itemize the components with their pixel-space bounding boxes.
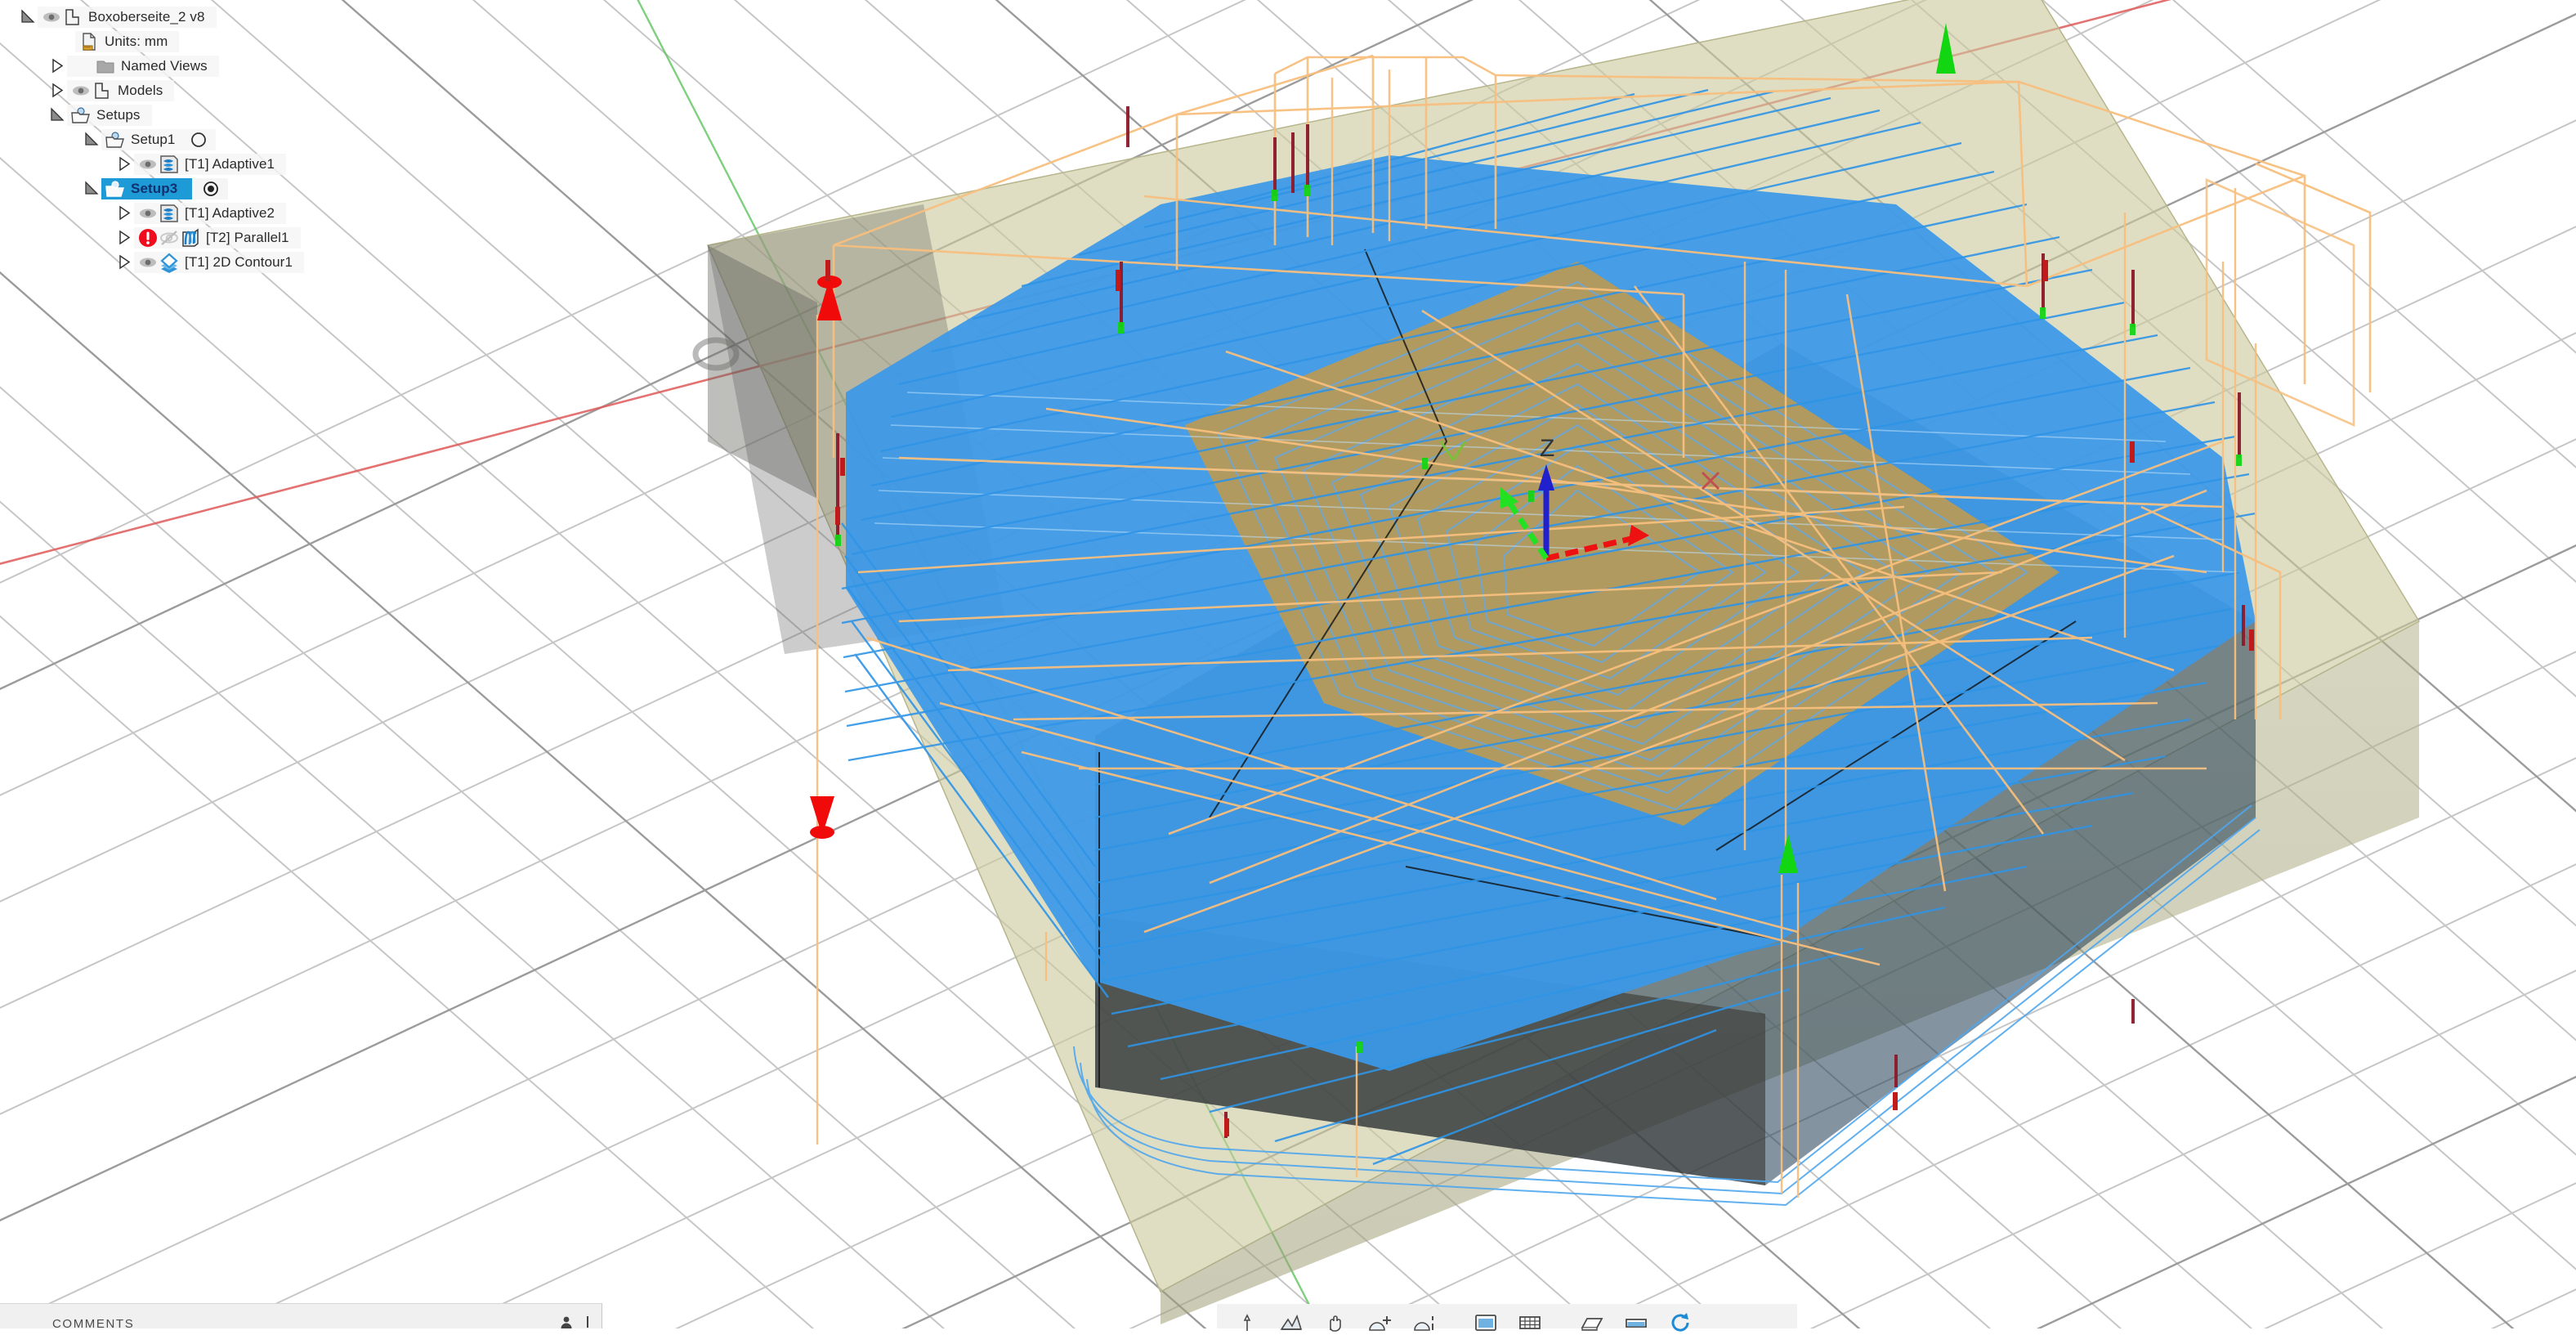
expander-expanded-icon[interactable] xyxy=(18,5,38,29)
expander-collapsed-icon[interactable] xyxy=(47,54,67,78)
interface-layout-icon[interactable] xyxy=(1614,1310,1658,1335)
adaptive-clearing-icon xyxy=(159,203,180,224)
tree-row-setup1-adaptive1[interactable]: [T1] Adaptive1 xyxy=(0,152,523,177)
tree-row-setup3[interactable]: Setup3 xyxy=(0,177,523,201)
display-settings-icon[interactable] xyxy=(1464,1310,1508,1335)
navigation-bar[interactable] xyxy=(1217,1304,1797,1332)
visibility-hidden-eye-icon[interactable] xyxy=(159,227,180,249)
tree-row-setup3-parallel1[interactable]: [T2] Parallel1 xyxy=(0,226,523,250)
visibility-eye-icon[interactable] xyxy=(41,7,62,28)
expander-collapsed-icon[interactable] xyxy=(114,250,134,275)
tree-row-units[interactable]: Units: mm xyxy=(0,29,523,54)
wcs-z-label: Z xyxy=(1540,435,1554,462)
circle-filled-icon[interactable] xyxy=(200,178,221,199)
comments-panel-bar[interactable]: COMMENTS xyxy=(0,1303,602,1331)
tree-label: [T1] Adaptive1 xyxy=(185,156,275,172)
units-document-icon xyxy=(78,31,100,52)
tree-row-setups[interactable]: Setups xyxy=(0,103,523,128)
expander-collapsed-icon[interactable] xyxy=(47,78,67,103)
parallel-toolpath-icon xyxy=(180,227,201,249)
expander-expanded-icon[interactable] xyxy=(47,103,67,128)
tree-row-setup3-adaptive2[interactable]: [T1] Adaptive2 xyxy=(0,201,523,226)
circle-empty-icon[interactable] xyxy=(188,129,209,150)
visibility-eye-icon[interactable] xyxy=(137,252,159,273)
comments-collapse-icon[interactable] xyxy=(582,1315,593,1333)
tree-label: Setups xyxy=(96,107,141,123)
visibility-eye-icon[interactable] xyxy=(137,154,159,175)
tree-row-named-views[interactable]: Named Views xyxy=(0,54,523,78)
component-icon xyxy=(62,7,83,28)
selection-highlight: Setup3 xyxy=(101,178,193,199)
comments-avatar-icon xyxy=(559,1315,574,1333)
viewports-icon[interactable] xyxy=(1570,1310,1614,1335)
tree-row-document-root[interactable]: Boxoberseite_2 v8 xyxy=(0,5,523,29)
fit-icon[interactable] xyxy=(1402,1310,1446,1335)
tree-row-setup1[interactable]: Setup1 xyxy=(0,128,523,152)
adaptive-clearing-icon xyxy=(159,154,180,175)
pan-icon[interactable] xyxy=(1313,1310,1357,1335)
folder-icon xyxy=(95,56,116,77)
error-badge-icon[interactable] xyxy=(137,227,159,249)
tree-label: Named Views xyxy=(121,58,208,74)
tree-label: Setup1 xyxy=(131,132,176,147)
expander-expanded-icon[interactable] xyxy=(82,177,101,201)
orbit-icon[interactable] xyxy=(1225,1310,1269,1335)
tree-label: [T1] 2D Contour1 xyxy=(185,254,293,270)
browser-panel[interactable]: Boxoberseite_2 v8 Units: mm Named Views … xyxy=(0,0,523,275)
visibility-eye-icon[interactable] xyxy=(137,203,159,224)
setup-folder-icon xyxy=(105,129,126,150)
expander-expanded-icon[interactable] xyxy=(82,128,101,152)
tree-label: Models xyxy=(118,83,163,98)
setup-folder-icon xyxy=(105,178,126,199)
look-at-icon[interactable] xyxy=(1269,1310,1313,1335)
expander-collapsed-icon[interactable] xyxy=(114,201,134,226)
tree-label: Boxoberseite_2 v8 xyxy=(88,9,205,25)
expander-collapsed-icon[interactable] xyxy=(114,226,134,250)
setup-folder-icon xyxy=(70,105,92,126)
visibility-eye-icon[interactable] xyxy=(70,80,92,101)
zoom-icon[interactable] xyxy=(1357,1310,1402,1335)
tree-label: Setup3 xyxy=(131,181,178,196)
contour-2d-icon xyxy=(159,252,180,273)
tree-label: [T2] Parallel1 xyxy=(206,230,289,245)
tree-label: [T1] Adaptive2 xyxy=(185,205,275,221)
component-icon xyxy=(92,80,113,101)
tree-label: Units: mm xyxy=(105,34,168,49)
tree-row-setup3-2dcontour1[interactable]: [T1] 2D Contour1 xyxy=(0,250,523,275)
tree-row-models[interactable]: Models xyxy=(0,78,523,103)
grid-snaps-icon[interactable] xyxy=(1508,1310,1552,1335)
expander-collapsed-icon[interactable] xyxy=(114,152,134,177)
refresh-icon[interactable] xyxy=(1658,1310,1702,1335)
